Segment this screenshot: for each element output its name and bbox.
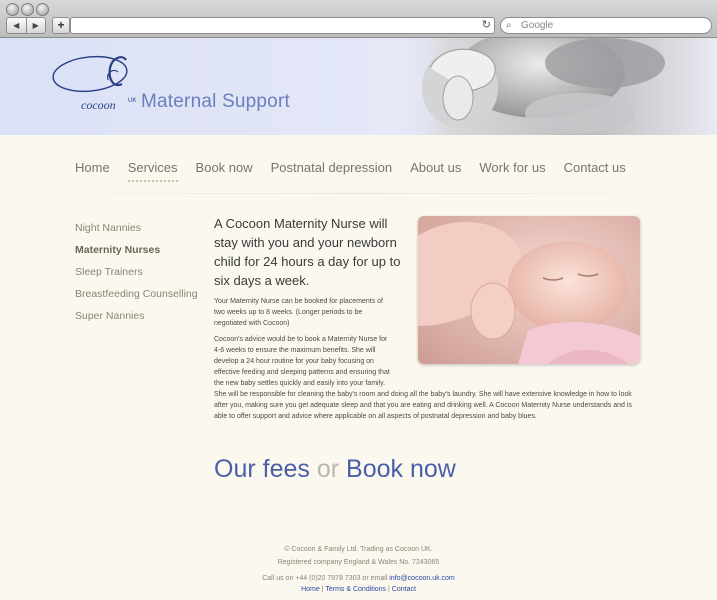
nav-about-us[interactable]: About us xyxy=(410,160,461,175)
logo-wordmark: cocoon xyxy=(81,98,116,112)
nav-work-for-us[interactable]: Work for us xyxy=(479,160,545,175)
nav-home[interactable]: Home xyxy=(75,160,110,175)
minimize-window-button[interactable] xyxy=(21,3,34,16)
header-banner: cocoon UK Maternal Support xyxy=(0,38,717,135)
footer-phone-text: Call us on +44 (0)20 7978 7303 or email xyxy=(262,575,388,582)
footer-links: Home | Terms & Conditions | Contact xyxy=(0,586,717,593)
services-submenu: Night Nannies Maternity Nurses Sleep Tra… xyxy=(75,222,198,332)
footer-terms-link[interactable]: Terms & Conditions xyxy=(325,586,386,593)
reload-icon[interactable]: ↻ xyxy=(482,18,491,33)
submenu-super-nannies[interactable]: Super Nannies xyxy=(75,310,198,323)
new-tab-button[interactable]: + xyxy=(52,17,70,34)
nav-postnatal-depression[interactable]: Postnatal depression xyxy=(271,160,392,175)
nav-book-now[interactable]: Book now xyxy=(196,160,253,175)
footer-email-link[interactable]: info@cocoon.uk.com xyxy=(389,575,454,582)
submenu-sleep-trainers[interactable]: Sleep Trainers xyxy=(75,266,198,279)
submenu-night-nannies[interactable]: Night Nannies xyxy=(75,222,198,235)
history-buttons: ◀ ▶ xyxy=(6,17,46,34)
submenu-breastfeeding-counselling[interactable]: Breastfeeding Counselling xyxy=(75,288,198,301)
site-tagline: Maternal Support xyxy=(141,91,290,112)
close-window-button[interactable] xyxy=(6,3,19,16)
footer-home-link[interactable]: Home xyxy=(301,586,320,593)
search-input[interactable]: ⌕ Google xyxy=(500,17,712,34)
footer-contact-link[interactable]: Contact xyxy=(392,586,416,593)
nav-contact-us[interactable]: Contact us xyxy=(564,160,626,175)
book-now-link[interactable]: Book now xyxy=(346,455,456,483)
browser-toolbar: ◀ ▶ + ↻ ⌕ Google xyxy=(0,0,717,38)
footer-separator: | xyxy=(388,586,390,593)
main-nav: Home Services Book now Postnatal depress… xyxy=(75,160,644,182)
footer-contact-line: Call us on +44 (0)20 7978 7303 or email … xyxy=(0,575,717,582)
submenu-maternity-nurses[interactable]: Maternity Nurses xyxy=(75,244,198,257)
zoom-window-button[interactable] xyxy=(36,3,49,16)
footer-separator: | xyxy=(321,586,324,593)
advice-text-narrow: Cocoon's advice would be to book a Mater… xyxy=(214,336,390,387)
intro-heading: A Cocoon Maternity Nurse will stay with … xyxy=(214,216,401,288)
our-fees-link[interactable]: Our fees xyxy=(214,455,310,483)
search-icon: ⌕ xyxy=(506,20,512,31)
hands-photo-image xyxy=(400,38,717,135)
nav-services[interactable]: Services xyxy=(127,160,178,182)
search-placeholder: Google xyxy=(521,20,554,31)
fees-book-cta: Our fees or Book now xyxy=(214,455,456,484)
nav-divider xyxy=(0,193,717,194)
logo-uk-mark: UK xyxy=(128,98,137,104)
placement-paragraph: Your Maternity Nurse can be booked for p… xyxy=(214,298,384,327)
footer-copyright: © Cocoon & Family Ltd. Trading as Cocoon… xyxy=(284,546,433,553)
back-icon[interactable]: ◀ xyxy=(7,18,27,33)
address-bar[interactable]: ↻ xyxy=(70,17,495,34)
footer-registration: Registered company England & Wales No. 7… xyxy=(277,559,440,566)
or-label: or xyxy=(316,455,340,483)
forward-icon[interactable]: ▶ xyxy=(27,18,46,33)
advice-text-wide: She will be responsible for cleaning the… xyxy=(214,391,632,420)
cocoon-logo-icon[interactable] xyxy=(52,52,137,104)
sleeping-baby-photo xyxy=(418,216,640,364)
